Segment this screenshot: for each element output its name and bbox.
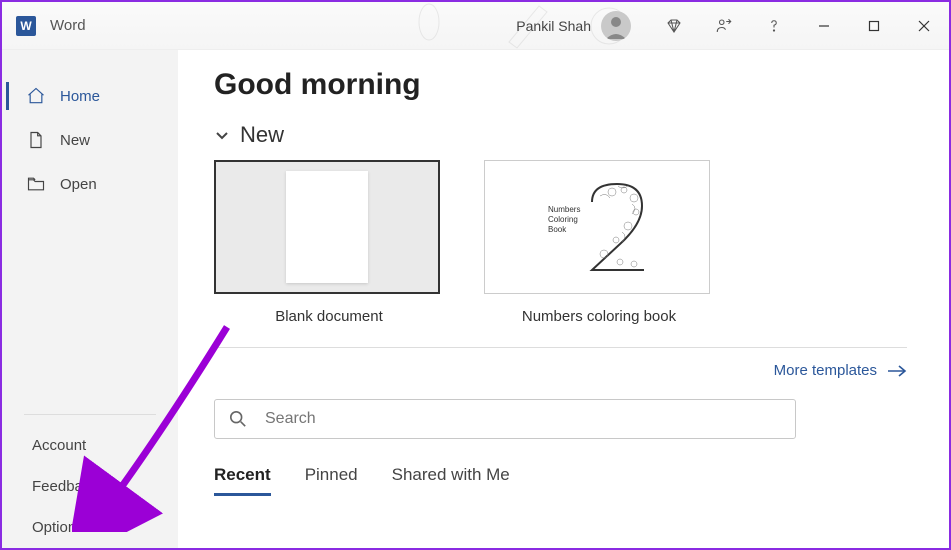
maximize-button[interactable] xyxy=(849,2,899,50)
svg-text:Book: Book xyxy=(548,225,567,234)
tab-shared-with-me[interactable]: Shared with Me xyxy=(392,465,510,496)
person-arrow-icon[interactable] xyxy=(699,2,749,50)
folder-icon xyxy=(26,174,46,194)
template-numbers-coloring-book[interactable]: Numbers Coloring Book Numbers coloring b… xyxy=(484,160,714,325)
tab-recent[interactable]: Recent xyxy=(214,465,271,496)
tab-pinned[interactable]: Pinned xyxy=(305,465,358,496)
avatar[interactable] xyxy=(601,11,631,41)
sidebar-item-label: Open xyxy=(60,176,97,193)
diamond-icon[interactable] xyxy=(649,2,699,50)
greeting-heading: Good morning xyxy=(214,68,907,102)
svg-text:Coloring: Coloring xyxy=(548,215,578,224)
new-section-header[interactable]: New xyxy=(214,122,907,148)
template-blank-document[interactable]: Blank document xyxy=(214,160,444,325)
sidebar-item-account[interactable]: Account xyxy=(2,425,178,466)
document-icon xyxy=(26,130,46,150)
search-icon xyxy=(229,410,247,428)
sidebar: Home New Open Account Feedback Options xyxy=(2,50,178,548)
search-box[interactable] xyxy=(214,399,796,439)
chevron-down-icon xyxy=(214,127,230,143)
templates-row: Blank document Numbers Coloring Book xyxy=(214,160,907,325)
content-area: Good morning New Blank document Numbers … xyxy=(178,50,949,548)
tabs: Recent Pinned Shared with Me xyxy=(214,465,907,496)
sidebar-item-options[interactable]: Options xyxy=(2,507,178,548)
help-icon[interactable] xyxy=(749,2,799,50)
close-button[interactable] xyxy=(899,2,949,50)
template-thumbnail: Numbers Coloring Book xyxy=(484,160,710,294)
sidebar-item-label: Home xyxy=(60,88,100,105)
template-label: Numbers coloring book xyxy=(484,308,714,325)
divider xyxy=(214,347,907,348)
titlebar: W Word Pankil Shah xyxy=(2,2,949,50)
sidebar-item-home[interactable]: Home xyxy=(2,74,178,118)
sidebar-item-feedback[interactable]: Feedback xyxy=(2,466,178,507)
word-logo-icon: W xyxy=(16,16,36,36)
search-input[interactable] xyxy=(265,410,781,428)
template-thumbnail xyxy=(214,160,440,294)
user-name[interactable]: Pankil Shah xyxy=(516,18,591,34)
home-icon xyxy=(26,86,46,106)
sidebar-item-new[interactable]: New xyxy=(2,118,178,162)
new-section-title: New xyxy=(240,122,284,148)
more-templates-link[interactable]: More templates xyxy=(774,362,907,379)
sidebar-item-open[interactable]: Open xyxy=(2,162,178,206)
sidebar-divider xyxy=(24,414,156,415)
svg-text:Numbers: Numbers xyxy=(548,205,580,214)
app-name: Word xyxy=(50,17,86,34)
minimize-button[interactable] xyxy=(799,2,849,50)
sidebar-item-label: New xyxy=(60,132,90,149)
arrow-right-icon xyxy=(887,364,907,378)
template-label: Blank document xyxy=(214,308,444,325)
blank-page-icon xyxy=(286,171,368,283)
more-templates-label: More templates xyxy=(774,362,877,379)
